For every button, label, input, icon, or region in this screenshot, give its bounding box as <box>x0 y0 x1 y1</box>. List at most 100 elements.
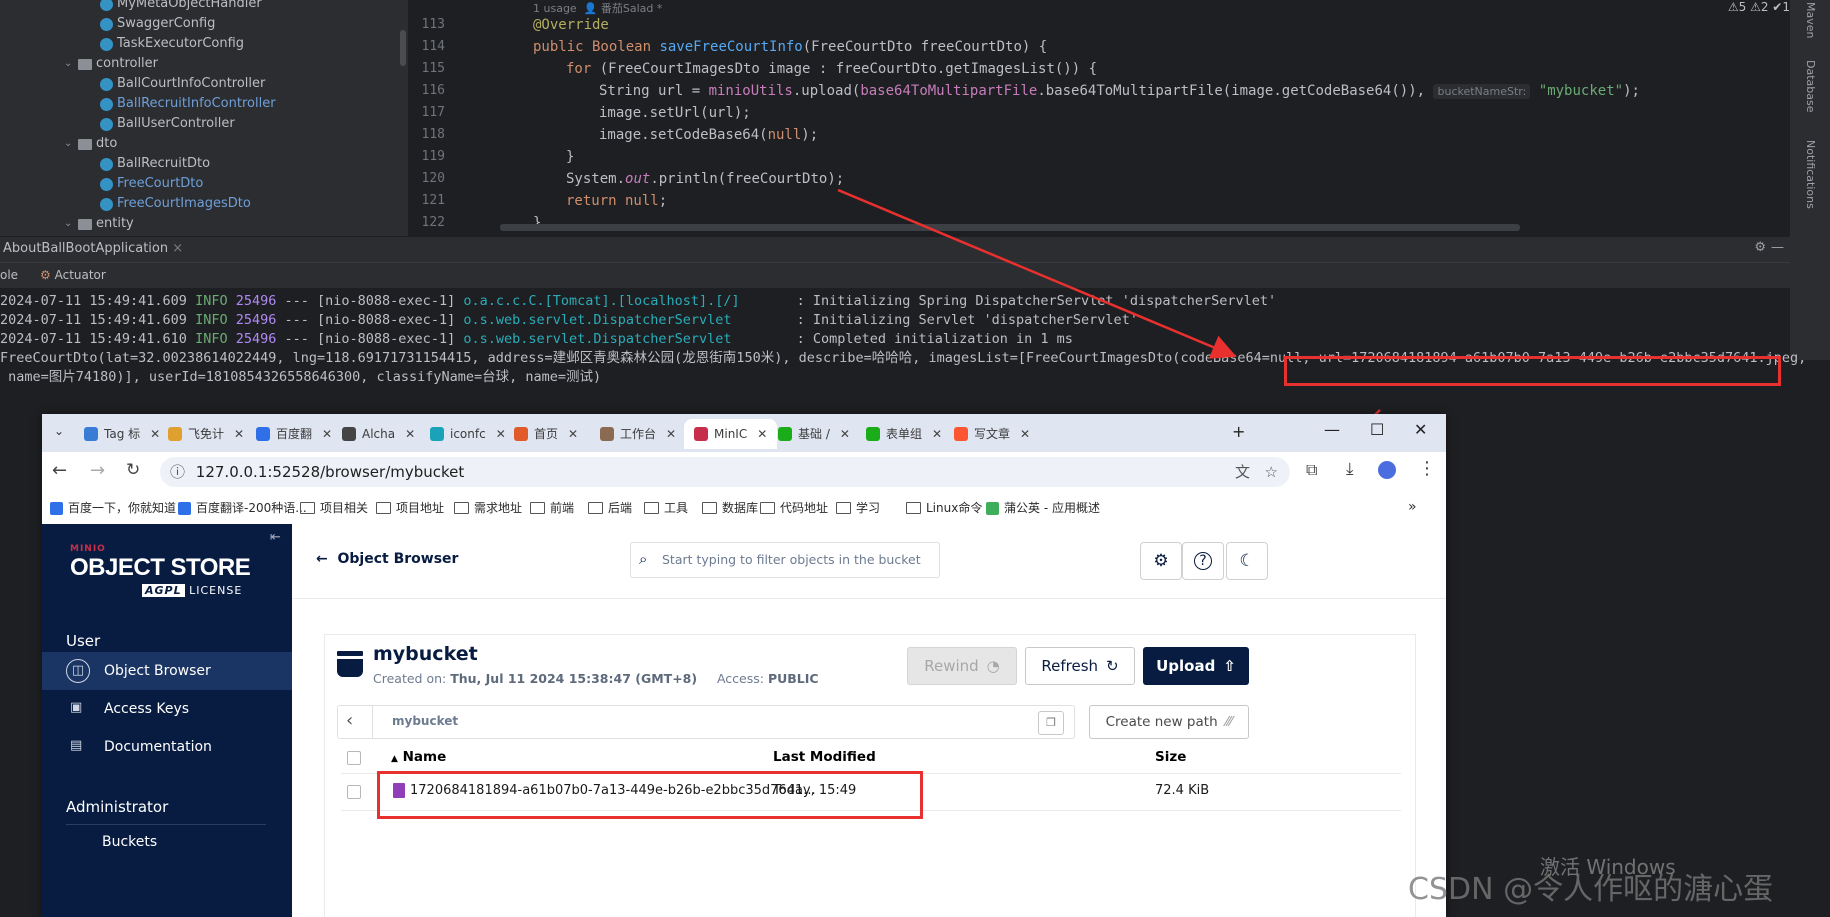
close-tab-icon[interactable]: ✕ <box>1020 419 1030 449</box>
tab-label: 表单组 <box>886 427 923 441</box>
close-tab-icon[interactable]: ✕ <box>568 419 578 449</box>
close-tab-icon[interactable]: ✕ <box>234 419 244 449</box>
close-tab-icon[interactable]: ✕ <box>405 419 415 449</box>
bookmark-item[interactable]: 工具 <box>644 492 688 524</box>
copy-path-icon[interactable]: ❐ <box>1038 711 1064 735</box>
back-to-object-browser[interactable]: ← Object Browser <box>316 551 458 567</box>
theme-toggle-button[interactable]: ☾ <box>1226 542 1268 580</box>
create-new-path-button[interactable]: Create new path ⁄⁄⁄ <box>1089 705 1249 739</box>
bookmark-item[interactable]: 项目地址 <box>376 492 444 524</box>
bookmark-item[interactable]: 后端 <box>588 492 632 524</box>
nav-access-keys[interactable]: ▣ Access Keys <box>42 690 292 728</box>
minio-main: ← Object Browser ⌕ Start typing to filte… <box>292 524 1446 917</box>
refresh-button[interactable]: Refresh ↻ <box>1025 647 1135 685</box>
path-breadcrumb[interactable]: mybucket <box>392 714 458 728</box>
more-menu-icon[interactable]: ⋮ <box>1418 458 1436 479</box>
browser-tab[interactable]: 百度翻 ✕ <box>256 419 332 449</box>
bookmark-item[interactable]: 前端 <box>530 492 574 524</box>
row-checkbox[interactable] <box>347 785 361 799</box>
ide-window: MyMetaObjectHandler SwaggerConfig TaskExec… <box>0 0 1830 917</box>
nav-buckets[interactable]: Buckets <box>102 834 157 850</box>
minimize-window-button[interactable]: — <box>1324 420 1340 439</box>
tab-strip: ⌄ Tag 标 ✕ 飞免计 ✕ 百度翻 ✕ Alcha ✕ iconfc ✕ 首页 ✕ 工作台 ✕ MinI… <box>42 414 1446 452</box>
browser-tab[interactable]: 基础 / ✕ <box>778 419 850 449</box>
browser-tab[interactable]: 写文章 ✕ <box>954 419 1030 449</box>
browser-tab[interactable]: MinIC ✕ <box>684 419 778 449</box>
col-modified-header[interactable]: Last Modified <box>773 749 876 765</box>
search-icon: ⌕ <box>639 550 648 568</box>
close-window-button[interactable]: ✕ <box>1414 420 1427 439</box>
browser-tab[interactable]: Alcha ✕ <box>342 419 415 449</box>
download-icon[interactable]: ⤓ <box>1346 459 1354 479</box>
translate-icon[interactable]: 文 <box>1235 457 1250 487</box>
bookmark-item[interactable]: 数据库 <box>702 492 758 524</box>
col-size-header[interactable]: Size <box>1155 749 1186 765</box>
folder-icon <box>702 502 717 514</box>
arrow-code-to-url <box>837 188 1237 359</box>
settings-gear-button[interactable]: ⚙ <box>1140 542 1182 580</box>
path-back-icon[interactable]: ‹ <box>346 710 353 731</box>
minio-logo[interactable]: MINIO OBJECT STORE AGPL LICENSE <box>70 544 251 597</box>
bucket-icon <box>337 651 363 677</box>
bucket-title: mybucket <box>373 643 478 665</box>
tab-label: 百度翻 <box>276 427 313 441</box>
browser-tab[interactable]: Tag 标 ✕ <box>84 419 160 449</box>
close-tab-icon[interactable]: ✕ <box>322 419 332 449</box>
folder-icon <box>588 502 603 514</box>
reload-icon[interactable]: ↻ <box>126 460 140 480</box>
collapse-sidebar-icon[interactable]: ⇤ <box>270 530 281 545</box>
bucket-meta: Created on: Thu, Jul 11 2024 15:38:47 (G… <box>373 671 819 686</box>
bookmark-item[interactable]: 需求地址 <box>454 492 522 524</box>
nav-object-browser[interactable]: ◫ Object Browser <box>42 652 292 690</box>
nav-documentation[interactable]: ▤ Documentation <box>42 728 292 766</box>
tab-label: Tag 标 <box>104 427 141 441</box>
bookmark-label: 学习 <box>856 501 881 515</box>
profile-avatar[interactable] <box>1378 461 1396 479</box>
address-bar-row: ← → ↻ ⓘ 127.0.0.1:52528/browser/mybucket… <box>42 452 1446 492</box>
browser-tab[interactable]: 表单组 ✕ <box>866 419 942 449</box>
close-tab-icon[interactable]: ✕ <box>150 419 160 449</box>
extensions-icon[interactable]: ⧉ <box>1306 460 1317 480</box>
favicon-icon <box>168 427 182 441</box>
close-tab-icon[interactable]: ✕ <box>932 419 942 449</box>
section-user: User <box>66 632 101 650</box>
filter-search-input[interactable]: ⌕ Start typing to filter objects in the … <box>630 542 940 578</box>
forward-icon[interactable]: → <box>90 460 105 481</box>
back-icon[interactable]: ← <box>52 460 67 481</box>
col-name-header[interactable]: ▲ Name <box>391 749 446 765</box>
favicon-icon <box>514 427 528 441</box>
folder-icon <box>530 502 545 514</box>
bookmark-item[interactable]: 学习 <box>836 492 880 524</box>
bookmark-label: 前端 <box>550 501 575 515</box>
rewind-button[interactable]: Rewind ◔ <box>907 647 1017 685</box>
upload-icon: ⇧ <box>1223 657 1236 675</box>
bookmark-item[interactable]: 百度翻译-200种语... <box>178 492 307 524</box>
more-bookmarks-icon[interactable]: » <box>1408 499 1417 515</box>
close-tab-icon[interactable]: ✕ <box>666 419 676 449</box>
browser-tab[interactable]: iconfc ✕ <box>430 419 506 449</box>
url-field[interactable]: ⓘ 127.0.0.1:52528/browser/mybucket 文 ☆ <box>160 457 1290 487</box>
browser-tab[interactable]: 飞免计 ✕ <box>168 419 244 449</box>
bookmark-item[interactable]: 蒲公英 - 应用概述 <box>986 492 1100 524</box>
browser-tab[interactable]: 工作台 ✕ <box>600 419 676 449</box>
select-all-checkbox[interactable] <box>347 751 361 765</box>
section-administrator: Administrator <box>66 798 169 816</box>
tab-search-icon[interactable]: ⌄ <box>54 424 64 438</box>
help-button[interactable]: ? <box>1182 542 1224 580</box>
bookmark-item[interactable]: 项目相关 <box>300 492 368 524</box>
browser-tab[interactable]: 首页 ✕ <box>514 419 578 449</box>
close-tab-icon[interactable]: ✕ <box>496 419 506 449</box>
bookmark-star-icon[interactable]: ☆ <box>1265 457 1278 487</box>
tab-label: 飞免计 <box>188 427 225 441</box>
site-info-icon[interactable]: ⓘ <box>170 463 185 481</box>
upload-button[interactable]: Upload ⇧ <box>1143 647 1249 685</box>
moon-icon: ☾ <box>1239 551 1255 571</box>
close-tab-icon[interactable]: ✕ <box>757 419 767 449</box>
new-tab-button[interactable]: + <box>1232 422 1245 441</box>
bookmark-item[interactable]: 代码地址 <box>760 492 828 524</box>
favicon-icon <box>600 427 614 441</box>
bookmark-item[interactable]: 百度一下，你就知道 <box>50 492 176 524</box>
close-tab-icon[interactable]: ✕ <box>840 419 850 449</box>
bookmark-item[interactable]: Linux命令 <box>906 492 982 524</box>
maximize-window-button[interactable]: ☐ <box>1370 420 1384 439</box>
